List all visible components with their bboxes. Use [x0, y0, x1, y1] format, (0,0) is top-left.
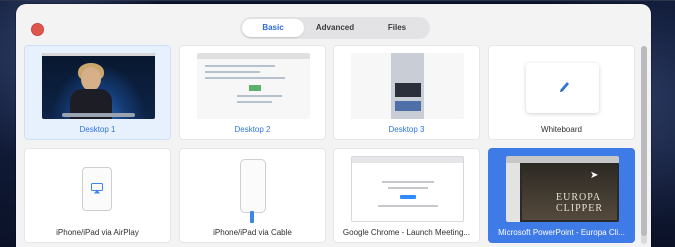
window-screenshot: EUROPA CLIPPER ➤	[506, 156, 619, 222]
share-option-powerpoint-window[interactable]: EUROPA CLIPPER ➤ Microsoft PowerPoint - …	[488, 148, 635, 243]
tab-files[interactable]: Files	[366, 19, 428, 37]
share-option-label: iPhone/iPad via Cable	[213, 228, 292, 237]
share-option-label: Desktop 1	[79, 125, 116, 134]
slide-title: EUROPA CLIPPER	[556, 192, 604, 214]
tab-basic[interactable]: Basic	[242, 19, 304, 37]
close-button[interactable]	[31, 23, 44, 36]
desktop-screenshot	[197, 53, 310, 119]
share-screen-dialog: Basic Advanced Files Desktop 1 Desktop 2	[16, 4, 651, 247]
share-option-chrome-window[interactable]: Google Chrome - Launch Meeting...	[333, 148, 480, 243]
desktop-screenshot	[351, 53, 464, 119]
share-option-cable[interactable]: iPhone/iPad via Cable	[179, 148, 326, 243]
scrollbar[interactable]	[641, 46, 647, 244]
iphone-cable-icon	[240, 159, 266, 213]
tab-advanced[interactable]: Advanced	[304, 19, 366, 37]
share-option-desktop-2[interactable]: Desktop 2	[179, 45, 326, 140]
share-option-whiteboard[interactable]: Whiteboard	[488, 45, 635, 140]
whiteboard-card	[526, 63, 599, 113]
share-option-label: Desktop 3	[388, 125, 425, 134]
share-option-label: Whiteboard	[541, 125, 582, 134]
airplay-icon	[91, 183, 103, 194]
share-option-desktop-3[interactable]: Desktop 3	[333, 45, 480, 140]
cable-icon	[250, 211, 254, 223]
share-option-label: Desktop 2	[234, 125, 271, 134]
window-screenshot	[351, 156, 464, 222]
slide-preview: EUROPA CLIPPER	[522, 165, 617, 220]
share-option-label: Google Chrome - Launch Meeting...	[342, 228, 471, 237]
divider	[0, 0, 675, 1]
mouse-cursor-icon: ➤	[590, 170, 599, 181]
tab-bar: Basic Advanced Files	[240, 17, 430, 39]
share-option-airplay[interactable]: iPhone/iPad via AirPlay	[24, 148, 171, 243]
share-option-label: Microsoft PowerPoint - Europa Cli...	[498, 228, 625, 237]
scrollbar-thumb[interactable]	[641, 46, 647, 236]
share-option-label: iPhone/iPad via AirPlay	[56, 228, 139, 237]
share-option-desktop-1[interactable]: Desktop 1	[24, 45, 171, 140]
desktop-screenshot	[42, 53, 155, 119]
ipad-device	[82, 167, 112, 211]
pencil-icon	[560, 82, 569, 92]
